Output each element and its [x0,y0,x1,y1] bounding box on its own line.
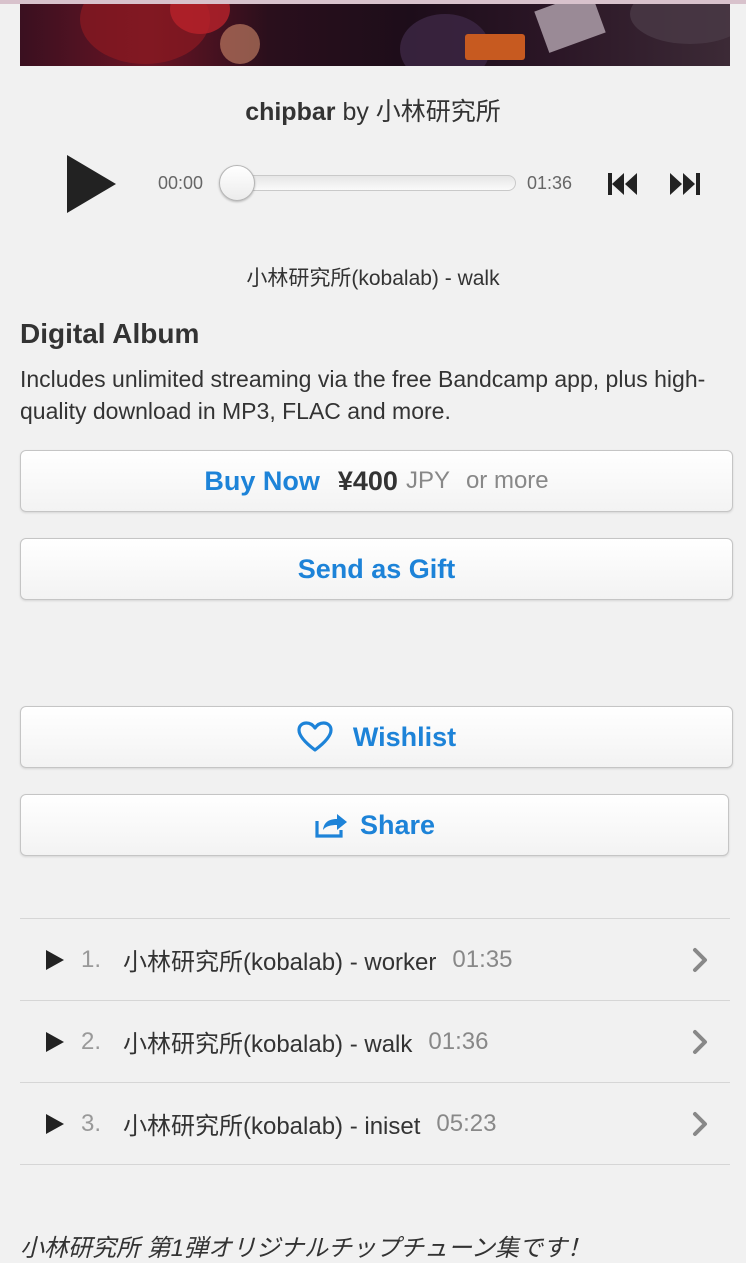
track-duration: 01:36 [527,173,573,193]
purchase-heading: Digital Album [20,318,200,349]
track-row[interactable]: 3. 小林研究所(kobalab) - iniset 05:23 [20,1082,730,1164]
track-list: 1. 小林研究所(kobalab) - worker 01:35 2. 小林研究… [20,918,730,1165]
divider [20,1164,730,1165]
by-label: by [342,98,369,126]
track-row[interactable]: 1. 小林研究所(kobalab) - worker 01:35 [20,918,730,1000]
progress-thumb[interactable] [219,165,255,201]
send-as-gift-button[interactable]: Send as Gift [20,538,733,600]
skip-next-icon[interactable] [668,172,702,196]
send-as-gift-label: Send as Gift [297,553,456,584]
chevron-right-icon[interactable] [692,1111,708,1137]
buy-now-label: Buy Now [204,465,320,496]
share-button[interactable]: Share [20,794,729,856]
artwork-shape [630,4,730,44]
album-about-text: 小林研究所 第1弾オリジナルチップチューン集です！ [20,1235,591,1262]
track-row[interactable]: 2. 小林研究所(kobalab) - walk 01:36 [20,1000,730,1082]
track-title[interactable]: 小林研究所(kobalab) - iniset [123,1106,420,1141]
album-title-line: chipbar by 小林研究所 [0,92,746,128]
chevron-right-icon[interactable] [692,947,708,973]
now-playing-title: 小林研究所(kobalab) - walk [246,267,500,290]
skip-previous-icon[interactable] [606,172,640,196]
share-label: Share [359,809,436,840]
chevron-right-icon[interactable] [692,1029,708,1055]
play-icon[interactable] [45,1113,65,1135]
album-artwork [20,4,730,66]
current-time: 00:00 [158,173,204,193]
artwork-shape [534,4,606,53]
play-icon[interactable] [60,152,120,216]
track-number: 3. [81,1109,102,1137]
wishlist-label: Wishlist [352,721,457,752]
play-icon[interactable] [45,949,65,971]
track-number: 2. [81,1027,102,1055]
track-title[interactable]: 小林研究所(kobalab) - worker [123,942,436,977]
track-title[interactable]: 小林研究所(kobalab) - walk [123,1024,412,1059]
wishlist-button[interactable]: Wishlist [20,706,733,768]
buy-now-button[interactable]: Buy Now ¥400 JPY or more [20,450,733,512]
currency: JPY [405,467,450,494]
purchase-description: Includes unlimited streaming via the fre… [20,366,706,424]
share-icon [314,811,348,839]
track-duration: 05:23 [436,1109,497,1137]
heart-icon [297,721,333,753]
play-icon[interactable] [45,1031,65,1053]
artwork-shape [220,24,260,64]
artwork-shape [465,34,525,60]
track-number: 1. [81,945,102,973]
track-duration: 01:36 [428,1027,489,1055]
artist-name[interactable]: 小林研究所 [376,98,501,126]
track-duration: 01:35 [452,945,513,973]
progress-track[interactable] [226,175,516,191]
or-more-label: or more [465,467,549,494]
album-title[interactable]: chipbar [245,98,335,126]
price: ¥400 [337,465,398,496]
